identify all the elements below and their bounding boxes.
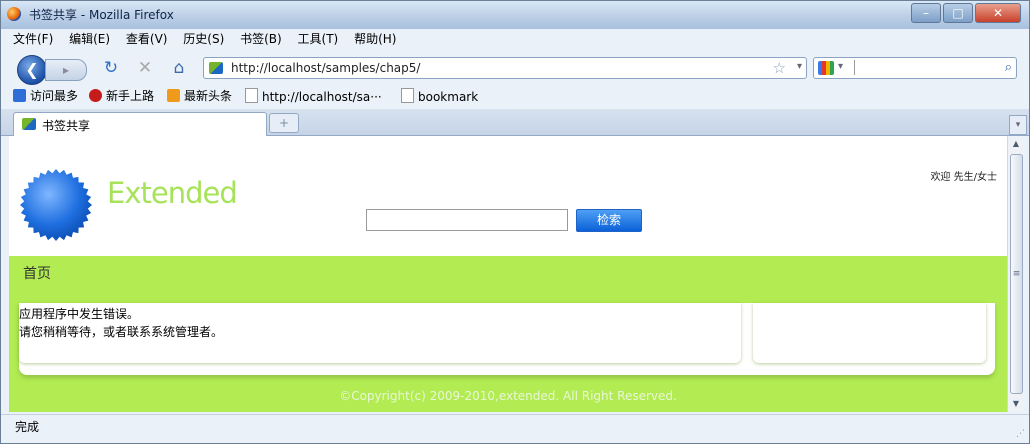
web-search-box[interactable]: ▾ ⌕ bbox=[813, 57, 1017, 79]
page-viewport: Extended 欢迎 先生/女士 检索 首页 应用程序中发生错误。 请您稍稍等… bbox=[9, 136, 1007, 412]
bookmarks-toolbar: 访问最多 新手上路 最新头条 http://localhost/sa··· bo… bbox=[1, 85, 1029, 107]
close-button[interactable]: ✕ bbox=[975, 3, 1021, 23]
scroll-thumb[interactable]: ≡ bbox=[1010, 154, 1023, 394]
tab-label: 书签共享 bbox=[42, 119, 91, 133]
search-engine-icon[interactable] bbox=[818, 61, 834, 75]
back-button[interactable]: ❮ bbox=[17, 55, 47, 85]
scroll-down-icon[interactable]: ▼ bbox=[1008, 396, 1024, 412]
tab-favicon-icon bbox=[22, 118, 36, 130]
firefox-icon bbox=[7, 7, 21, 21]
error-hint: 请您稍稍等待，或者联系系统管理者。 bbox=[19, 325, 224, 339]
title-bar[interactable]: 书签共享 - Mozilla Firefox – □ ✕ bbox=[1, 1, 1029, 29]
page-icon bbox=[401, 88, 414, 103]
bookmark-most-visited[interactable]: 访问最多 bbox=[13, 88, 78, 104]
forward-button[interactable]: ▸ bbox=[45, 59, 87, 81]
home-icon[interactable]: ⌂ bbox=[169, 58, 189, 78]
menu-tools[interactable]: 工具(T) bbox=[298, 29, 339, 49]
status-bar: 完成 ⋰ bbox=[1, 414, 1029, 443]
site-logo-text[interactable]: Extended bbox=[107, 176, 238, 210]
new-tab-button[interactable]: + bbox=[269, 113, 299, 133]
site-favicon-icon bbox=[209, 62, 223, 74]
status-text: 完成 bbox=[15, 420, 40, 434]
home-link[interactable]: 首页 bbox=[23, 263, 51, 283]
menu-file[interactable]: 文件(F) bbox=[13, 29, 53, 49]
welcome-text: 欢迎 先生/女士 bbox=[930, 172, 997, 183]
url-text[interactable]: http://localhost/samples/chap5/ bbox=[231, 61, 420, 75]
window-controls: – □ ✕ bbox=[911, 3, 1021, 23]
maximize-button[interactable]: □ bbox=[943, 3, 973, 23]
site-search-input[interactable] bbox=[366, 209, 568, 231]
search-icon[interactable]: ⌕ bbox=[1005, 60, 1012, 75]
url-history-dropdown-icon[interactable]: ▾ bbox=[797, 61, 802, 72]
vertical-scrollbar[interactable]: ▲ ≡ ▼ bbox=[1007, 136, 1024, 412]
address-bar[interactable]: http://localhost/samples/chap5/ ☆ ▾ bbox=[203, 57, 807, 79]
content-area: 首页 应用程序中发生错误。 请您稍稍等待，或者联系系统管理者。 ©Copyrig… bbox=[9, 256, 1007, 412]
menu-view[interactable]: 查看(V) bbox=[126, 29, 168, 49]
rss-feed-icon bbox=[167, 89, 180, 102]
stop-icon[interactable]: ✕ bbox=[135, 58, 155, 78]
navigation-toolbar: ❮ ▸ ↻ ✕ ⌂ http://localhost/samples/chap5… bbox=[1, 49, 1029, 85]
getting-started-icon bbox=[89, 89, 102, 102]
main-column: 应用程序中发生错误。 请您稍稍等待，或者联系系统管理者。 bbox=[19, 303, 741, 363]
menu-edit[interactable]: 编辑(E) bbox=[69, 29, 110, 49]
browser-window: 书签共享 - Mozilla Firefox – □ ✕ 文件(F) 编辑(E)… bbox=[0, 0, 1030, 444]
search-button[interactable]: 检索 bbox=[576, 209, 642, 232]
resize-grip-icon[interactable]: ⋰ bbox=[1016, 429, 1025, 439]
menu-help[interactable]: 帮助(H) bbox=[354, 29, 396, 49]
menu-bar: 文件(F) 编辑(E) 查看(V) 历史(S) 书签(B) 工具(T) 帮助(H… bbox=[1, 29, 1029, 49]
bookmark-getting-started[interactable]: 新手上路 bbox=[89, 88, 154, 104]
bookmark-latest-headlines[interactable]: 最新头条 bbox=[167, 88, 232, 104]
side-column bbox=[753, 303, 986, 363]
tab-strip: 书签共享 + ▾ bbox=[1, 109, 1029, 136]
window-title: 书签共享 - Mozilla Firefox bbox=[29, 8, 174, 22]
minimize-button[interactable]: – bbox=[911, 3, 941, 23]
tab-bookmark-share[interactable]: 书签共享 bbox=[13, 112, 267, 136]
menu-history[interactable]: 历史(S) bbox=[183, 29, 224, 49]
main-panel: 应用程序中发生错误。 请您稍稍等待，或者联系系统管理者。 bbox=[19, 303, 995, 375]
menu-bookmarks[interactable]: 书签(B) bbox=[240, 29, 282, 49]
error-message: 应用程序中发生错误。 bbox=[19, 307, 140, 321]
tab-list-dropdown-icon[interactable]: ▾ bbox=[1009, 115, 1027, 135]
logo-badge-icon bbox=[20, 169, 92, 241]
search-engine-dropdown-icon[interactable]: ▾ bbox=[838, 61, 843, 72]
page-icon bbox=[245, 88, 258, 103]
most-visited-icon bbox=[13, 89, 26, 102]
copyright-footer: ©Copyright(c) 2009-2010,extended. All Ri… bbox=[339, 389, 677, 403]
scroll-up-icon[interactable]: ▲ bbox=[1008, 136, 1024, 152]
bookmark-star-icon[interactable]: ☆ bbox=[773, 59, 786, 77]
bookmark-bookmark[interactable]: bookmark bbox=[401, 88, 478, 105]
web-search-input[interactable] bbox=[854, 60, 1003, 75]
bookmark-localhost[interactable]: http://localhost/sa··· bbox=[245, 88, 382, 105]
reload-icon[interactable]: ↻ bbox=[101, 58, 121, 78]
